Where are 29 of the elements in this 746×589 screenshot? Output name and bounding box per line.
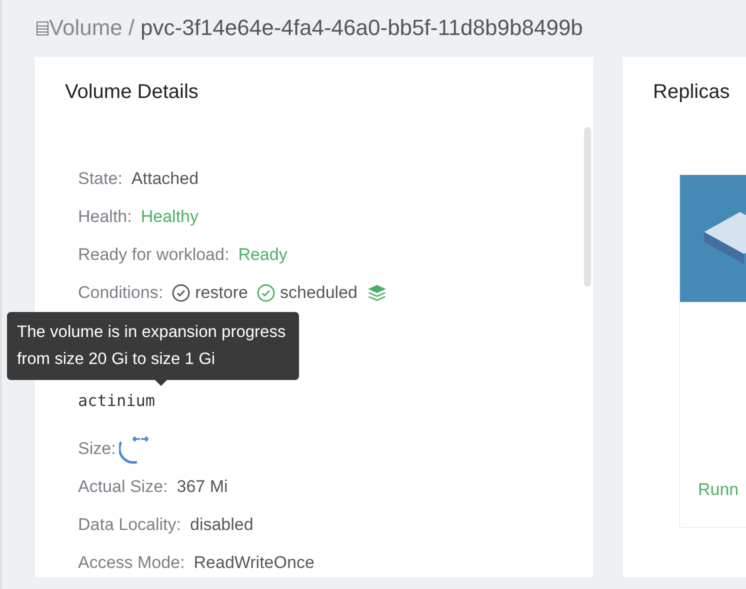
field-value: 367 Mi	[176, 477, 228, 497]
field-label: State:	[78, 169, 122, 189]
field-value: Ready	[238, 245, 288, 265]
condition-label: scheduled	[280, 283, 358, 303]
volume-name: pvc-3f14e64e-4fa4-46a0-bb5f-11d8b9b8499b	[140, 15, 583, 41]
scrollbar[interactable]	[584, 127, 591, 287]
field-value: Attached	[131, 169, 199, 189]
tooltip: The volume is in expansion progress from size 20 Gi to size 1 Gi	[7, 312, 299, 380]
field-value: Healthy	[140, 207, 199, 227]
layers-icon	[366, 284, 386, 302]
breadcrumb-link[interactable]: Volume	[49, 15, 122, 41]
field-label: Access Mode:	[78, 553, 185, 573]
field-label: Size:	[78, 439, 116, 459]
replica-status: Runn	[698, 480, 740, 500]
card-title: Volume Details	[64, 80, 200, 104]
field-label: Conditions:	[78, 283, 164, 303]
field-label: Data Locality:	[78, 515, 181, 535]
card-title: Replicas	[652, 80, 731, 104]
field-value: ReadWriteOnce	[194, 553, 314, 573]
field-label: Health:	[78, 207, 132, 227]
field-label: Actual Size:	[78, 477, 168, 497]
list-icon	[36, 20, 49, 36]
field-value: actinium	[78, 390, 156, 412]
tooltip-pointer	[155, 380, 167, 386]
field-label: Ready for workload:	[78, 245, 230, 265]
replica-card[interactable]: Runn	[679, 174, 746, 528]
breadcrumb-separator: /	[128, 15, 135, 41]
field-value: disabled	[190, 515, 254, 535]
condition-label: restore	[195, 283, 248, 303]
